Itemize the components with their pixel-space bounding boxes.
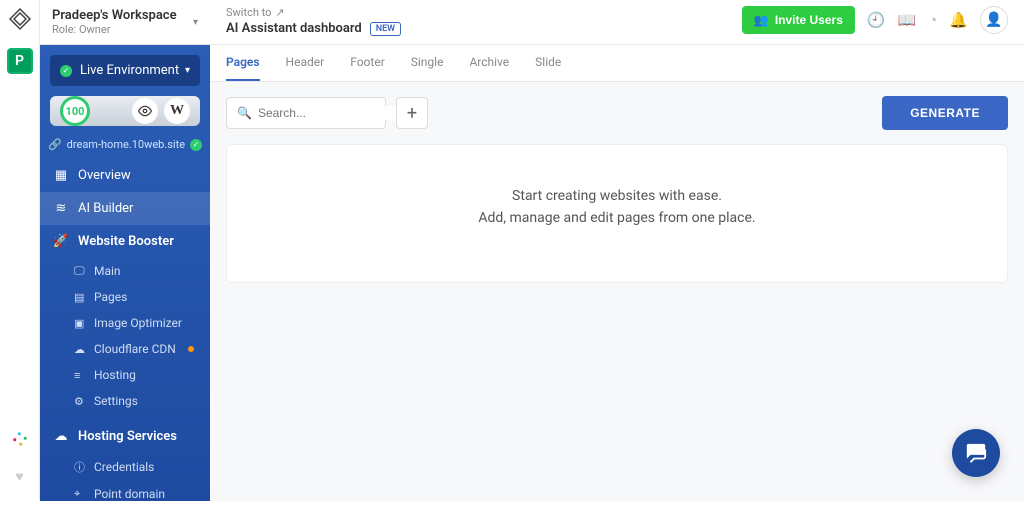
chevron-down-icon: ▾ [193,17,198,28]
site-url-row[interactable]: 🔗 dream-home.10web.site ✓ [40,134,210,159]
nav-label: Website Booster [78,234,174,249]
site-url: dream-home.10web.site [67,138,185,151]
nav-website-booster[interactable]: 🚀 Website Booster [40,225,210,258]
nav-label: Overview [78,168,131,183]
sub-main[interactable]: 🖵Main [40,258,210,284]
workspace-selector[interactable]: Pradeep's Workspace Role: Owner ▾ [40,0,210,45]
heart-icon[interactable]: ♥ [15,468,23,485]
nav-label: Hosting Services [78,429,177,444]
nav-overview[interactable]: ▦ Overview [40,159,210,192]
wordpress-button[interactable]: W [164,98,190,124]
page-icon: ▤ [74,291,86,304]
sub-pages[interactable]: ▤Pages [40,284,210,310]
grid-icon: ▦ [54,168,68,183]
bell-icon[interactable]: 🔔 [949,11,968,29]
pie-icon[interactable]: ◔ [928,11,937,29]
workspace-badge[interactable]: P [7,48,33,74]
sub-hosting[interactable]: ≡Hosting [40,362,210,388]
new-badge: NEW [370,22,401,36]
page-title: AI Assistant dashboard [226,21,362,36]
environment-selector[interactable]: Live Environment ▾ [50,55,200,86]
sub-point-domain[interactable]: ⌖Point domain [40,481,210,507]
topbar: Switch to ↗ AI Assistant dashboard NEW 👥… [210,0,1024,45]
workspace-role: Role: Owner [52,23,177,36]
globe-icon: ⌖ [74,487,86,501]
preview-button[interactable] [132,98,158,124]
info-icon: ⓘ [74,459,86,475]
tab-archive[interactable]: Archive [469,45,509,81]
empty-line-2: Add, manage and edit pages from one plac… [247,207,987,229]
nav-ai-builder[interactable]: ≋ AI Builder [40,192,210,225]
image-icon: ▣ [74,317,86,330]
chat-fab[interactable] [952,429,1000,477]
chevron-down-icon: ▾ [185,65,190,76]
search-box[interactable]: 🔍 [226,97,386,129]
book-icon[interactable]: 📖 [898,11,917,29]
switch-to-link[interactable]: Switch to ↗ [226,6,401,19]
invite-users-button[interactable]: 👥 Invite Users [742,6,855,34]
nav-hosting-services[interactable]: ☁ Hosting Services [40,420,210,453]
sub-credentials[interactable]: ⓘCredentials [40,453,210,481]
clock-icon[interactable]: 🕘 [867,11,886,29]
search-icon: 🔍 [237,106,252,120]
search-input[interactable] [258,106,413,120]
external-link-icon: ↗ [275,6,284,19]
tabs: Pages Header Footer Single Archive Slide [210,45,1024,82]
toolbar: 🔍 + GENERATE [210,82,1024,144]
generate-button[interactable]: GENERATE [882,96,1008,130]
environment-label: Live Environment [80,63,179,78]
main-area: Switch to ↗ AI Assistant dashboard NEW 👥… [210,0,1024,501]
user-avatar[interactable]: 👤 [980,6,1008,34]
tab-header[interactable]: Header [286,45,325,81]
slack-icon[interactable] [11,430,29,452]
tab-footer[interactable]: Footer [350,45,385,81]
site-preview-card: 100 W [50,96,200,126]
tab-single[interactable]: Single [411,45,444,81]
link-icon: 🔗 [48,138,62,151]
gear-icon: ⚙ [74,395,86,408]
left-rail: P ♥ [0,0,40,501]
empty-state: Start creating websites with ease. Add, … [226,144,1008,283]
tab-slide[interactable]: Slide [535,45,561,81]
sub-image-optimizer[interactable]: ▣Image Optimizer [40,310,210,336]
layers-icon: ≋ [54,201,68,216]
empty-line-1: Start creating websites with ease. [247,185,987,207]
sub-settings[interactable]: ⚙Settings [40,388,210,414]
add-button[interactable]: + [396,97,428,129]
nav-label: AI Builder [78,201,133,216]
tab-pages[interactable]: Pages [226,45,260,81]
app-logo[interactable] [7,6,33,32]
workspace-name: Pradeep's Workspace [52,8,177,23]
sidebar: Pradeep's Workspace Role: Owner ▾ Live E… [40,0,210,501]
rocket-icon: 🚀 [54,234,68,249]
verified-icon: ✓ [190,139,202,151]
monitor-icon: 🖵 [74,264,86,278]
alert-dot-icon [188,346,194,352]
performance-score: 100 [60,96,90,126]
user-plus-icon: 👥 [754,13,769,27]
sub-cloudflare[interactable]: ☁Cloudflare CDN [40,336,210,362]
cloud-icon: ☁ [54,429,68,444]
status-dot-icon [60,65,72,77]
cloud-icon: ☁ [74,343,86,356]
server-icon: ≡ [74,369,86,382]
